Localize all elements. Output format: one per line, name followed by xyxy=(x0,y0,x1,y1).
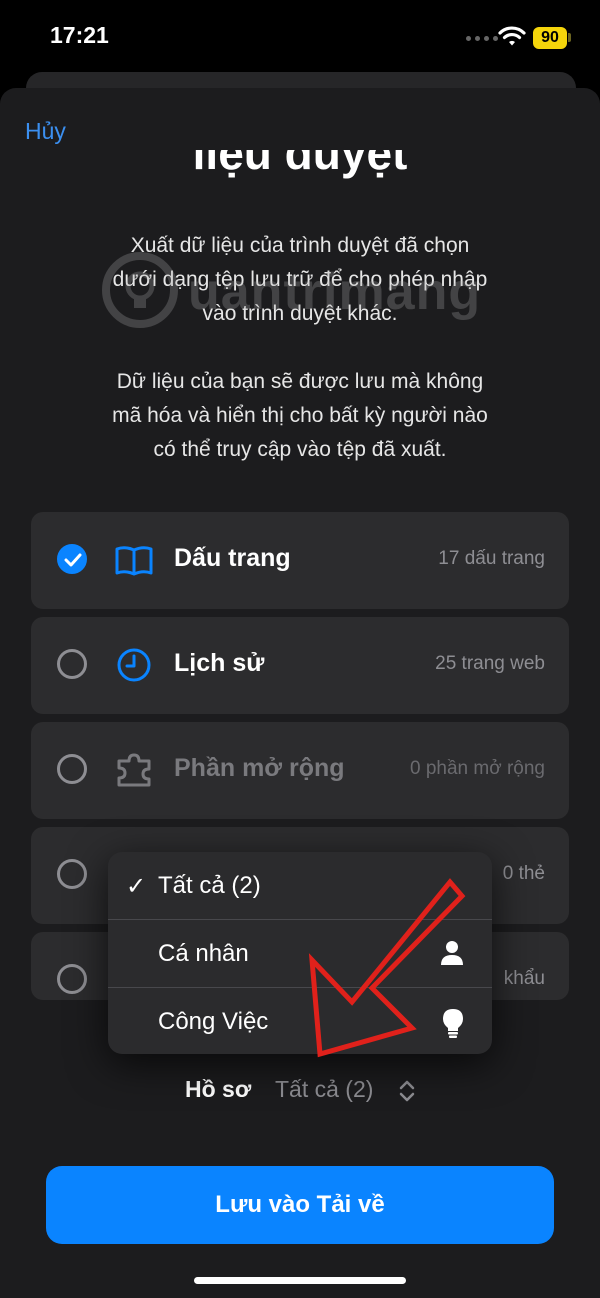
book-icon xyxy=(113,539,155,581)
row-history[interactable]: Lịch sử 25 trang web xyxy=(31,617,569,714)
profile-label: Hồ sơ xyxy=(185,1076,252,1102)
title-fragment: liệu duyệt xyxy=(0,150,600,190)
checkmark-icon: ✓ xyxy=(126,873,147,900)
checkbox-extensions[interactable] xyxy=(57,754,87,784)
row-bookmarks[interactable]: Dấu trang 17 dấu trang xyxy=(31,512,569,609)
menu-item-label: Cá nhân xyxy=(158,940,249,967)
row-count-cards: 0 thẻ xyxy=(502,863,545,884)
clock-icon xyxy=(113,644,155,686)
signal-dots-icon xyxy=(466,36,498,41)
status-time: 17:21 xyxy=(50,22,109,48)
arrow-annotation-icon xyxy=(300,870,470,1065)
description-line-4: Dữ liệu của bạn sẽ được lưu mà không xyxy=(116,370,484,393)
home-indicator[interactable] xyxy=(194,1277,406,1284)
checkbox-passwords[interactable] xyxy=(57,964,87,994)
profile-selector[interactable]: Tất cả (2) xyxy=(275,1076,373,1103)
menu-item-label: Công Việc xyxy=(158,1008,269,1035)
row-extensions[interactable]: Phần mở rộng 0 phần mở rộng xyxy=(31,722,569,819)
checkbox-cards[interactable] xyxy=(57,859,87,889)
wifi-icon xyxy=(498,25,526,52)
description-line-6: có thể truy cập vào tệp đã xuất. xyxy=(153,438,447,461)
description-line-5: mã hóa và hiển thị cho bất kỳ người nào xyxy=(112,404,488,427)
cancel-button[interactable]: Hủy xyxy=(25,118,66,145)
row-count-passwords: khẩu xyxy=(503,968,545,989)
row-label-extensions: Phần mở rộng xyxy=(174,754,345,782)
chevron-updown-icon[interactable] xyxy=(398,1078,416,1109)
watermark-logo: uantrimang xyxy=(100,250,480,330)
row-count-bookmarks: 17 dấu trang xyxy=(438,548,545,569)
row-count-extensions: 0 phần mở rộng xyxy=(410,758,545,779)
puzzle-icon xyxy=(113,749,155,791)
save-to-downloads-button[interactable]: Lưu vào Tải về xyxy=(46,1166,554,1244)
menu-item-label: Tất cả (2) xyxy=(158,872,261,899)
battery-indicator: 90 xyxy=(533,27,567,49)
watermark-bulb-icon xyxy=(102,252,178,328)
sheet-title: liệu duyệt xyxy=(192,150,408,179)
checkbox-history[interactable] xyxy=(57,649,87,679)
battery-nub xyxy=(568,33,571,42)
row-label-bookmarks: Dấu trang xyxy=(174,544,291,572)
checkbox-bookmarks[interactable] xyxy=(57,544,87,574)
row-label-history: Lịch sử xyxy=(174,649,265,677)
row-count-history: 25 trang web xyxy=(435,653,545,674)
watermark-text: uantrimang xyxy=(188,263,482,321)
